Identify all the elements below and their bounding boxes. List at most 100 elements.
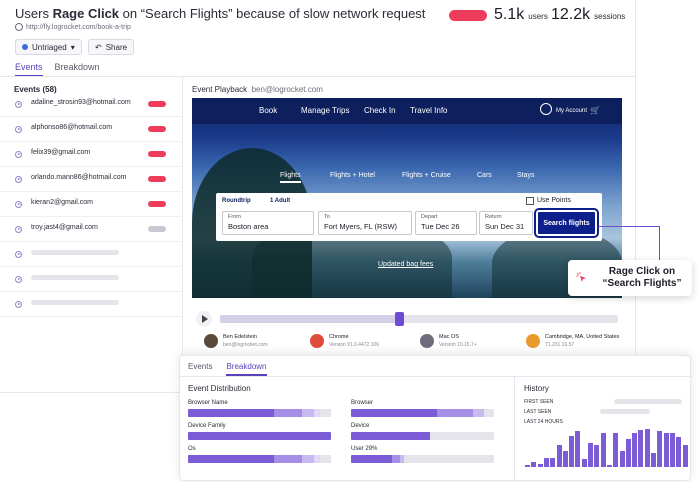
use-points-checkbox[interactable] (526, 197, 534, 205)
status-dropdown[interactable]: Untriaged ▾ (15, 39, 82, 55)
users-stat: 5.1k users (494, 6, 548, 23)
play-icon[interactable] (15, 126, 22, 133)
event-row[interactable]: adaline_strosin93@hotmail.com (0, 92, 183, 117)
from-field[interactable]: From Boston area (222, 211, 314, 235)
history-bar (531, 462, 537, 467)
event-status-pill (148, 201, 166, 207)
nav-manage-trips[interactable]: Manage Trips (301, 106, 349, 115)
distribution-segment (188, 409, 274, 417)
url-line: http://fly.logrocket.com/book-a-trip (15, 23, 131, 31)
tab-events-2[interactable]: Events (188, 362, 212, 376)
distribution-bar[interactable] (188, 432, 331, 440)
depart-field[interactable]: Depart Tue Dec 26 (415, 211, 477, 235)
playback-timeline (192, 310, 622, 328)
tab-events[interactable]: Events (15, 62, 43, 77)
nav-check-in[interactable]: Check In (364, 106, 396, 115)
history-bar (619, 451, 625, 467)
distribution-bar[interactable] (351, 455, 494, 463)
distribution-bar[interactable] (351, 409, 494, 417)
panel-divider (514, 377, 515, 482)
play-icon[interactable] (15, 151, 22, 158)
play-icon[interactable] (15, 226, 22, 233)
event-playback-panel: Event Playback ben@logrocket.com Book Ma… (184, 77, 636, 393)
history-bar (543, 458, 549, 467)
page-title: Users Rage Click on “Search Flights” bec… (15, 6, 426, 21)
play-icon[interactable] (196, 311, 212, 327)
page-url: http://fly.logrocket.com/book-a-trip (26, 23, 131, 31)
event-row[interactable]: troy.jast4@gmail.com (0, 217, 183, 242)
timeline-track[interactable] (220, 312, 618, 326)
event-row[interactable]: alphonso86@hotmail.com (0, 117, 183, 142)
loading-placeholder (31, 300, 119, 305)
distribution-segment (436, 409, 473, 417)
avatar (204, 334, 218, 348)
adults-select[interactable]: 1 Adult (270, 198, 290, 204)
history-bar (537, 463, 543, 467)
nav-my-account[interactable]: My Account (556, 108, 587, 114)
event-row-placeholder[interactable] (0, 267, 183, 292)
distribution-bar[interactable] (351, 432, 494, 440)
subnav-item[interactable]: Stays (517, 172, 535, 179)
session-meta-item: Ben Edelstein ben@logrocket.com (204, 334, 268, 348)
distribution-item: Device Family (188, 423, 331, 440)
play-icon[interactable] (15, 301, 22, 308)
breakdown-tab-divider (180, 376, 692, 377)
event-row[interactable]: orlando.mann86@hotmail.com (0, 167, 183, 192)
playback-title: Event Playback ben@logrocket.com (192, 85, 323, 94)
rage-click-callout: Rage Click on “Search Flights” (568, 260, 692, 296)
play-icon[interactable] (15, 201, 22, 208)
event-user-email: alphonso86@hotmail.com (31, 124, 113, 131)
play-icon[interactable] (15, 101, 22, 108)
event-row-placeholder[interactable] (0, 242, 183, 267)
distribution-label: Browser (351, 400, 374, 406)
return-field[interactable]: Return Sun Dec 31 (479, 211, 533, 235)
callout-connector (598, 226, 660, 227)
callout-line-2: “Search Flights” (602, 278, 682, 289)
event-row[interactable]: felix39@gmail.com (0, 142, 183, 167)
event-status-pill (148, 176, 166, 182)
globe-icon (15, 23, 23, 31)
nav-book[interactable]: Book (259, 106, 277, 115)
play-icon[interactable] (15, 176, 22, 183)
cart-icon[interactable]: 🛒 (590, 106, 600, 115)
history-bar (556, 445, 562, 467)
distribution-item: Os (188, 446, 331, 463)
event-row-placeholder[interactable] (0, 292, 183, 317)
event-status-pill (148, 101, 166, 107)
main-panel: Users Rage Click on “Search Flights” bec… (0, 0, 636, 393)
session-meta-item: Cambridge, MA, United States 71.231.16.57 (526, 334, 619, 348)
subnav-item[interactable]: Flights + Cruise (402, 172, 451, 179)
distribution-item: Browser Name (188, 400, 331, 417)
distribution-segment (313, 409, 320, 417)
location-pin-icon (526, 334, 540, 348)
timeline-thumb[interactable] (395, 312, 405, 326)
tab-breakdown-2[interactable]: Breakdown (226, 362, 267, 376)
distribution-segment (302, 409, 314, 417)
history-bar (644, 429, 650, 467)
play-icon[interactable] (15, 251, 22, 258)
nav-travel-info[interactable]: Travel Info (410, 106, 448, 115)
chrome-icon (310, 334, 324, 348)
session-replay-video[interactable]: Book Manage Trips Check In Travel Info M… (192, 98, 622, 298)
subnav-item[interactable]: Flights + Hotel (330, 172, 375, 179)
tab-breakdown[interactable]: Breakdown (55, 62, 100, 77)
breakdown-panel: Events Breakdown Event Distribution Brow… (179, 355, 692, 482)
share-button[interactable]: ↶ Share (88, 39, 135, 55)
to-field[interactable]: To Fort Myers, FL (RSW) (318, 211, 412, 235)
distribution-bar[interactable] (188, 455, 331, 463)
event-distribution-title: Event Distribution (188, 384, 251, 393)
trip-type-select[interactable]: Roundtrip (222, 198, 251, 204)
distribution-label: Device (351, 423, 370, 429)
subnav-item[interactable]: Flights (280, 172, 301, 183)
sessions-stat: 12.2k sessions (551, 6, 626, 23)
search-flights-button[interactable]: Search flights (534, 208, 599, 238)
subnav-item[interactable]: Cars (477, 172, 492, 179)
event-status-pill (148, 126, 166, 132)
main-tabs: Events Breakdown (15, 62, 100, 77)
account-icon[interactable] (540, 103, 552, 115)
history-bar (569, 435, 575, 467)
distribution-bar[interactable] (188, 409, 331, 417)
updated-bag-fees-link[interactable]: Updated bag fees (378, 261, 433, 268)
event-row[interactable]: kieran2@gmail.com (0, 192, 183, 217)
play-icon[interactable] (15, 276, 22, 283)
